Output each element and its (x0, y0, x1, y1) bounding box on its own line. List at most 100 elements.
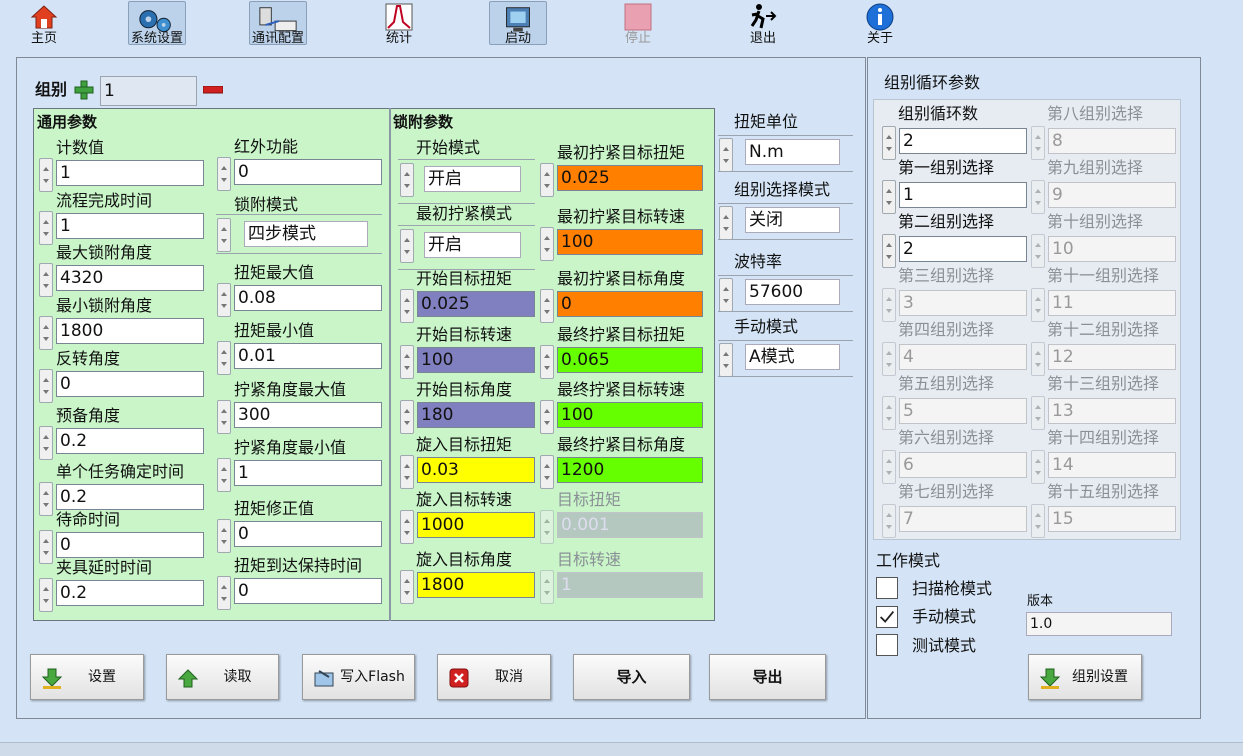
general-field-spinner[interactable] (39, 316, 53, 350)
lock-col1-spinner[interactable] (400, 570, 414, 604)
general-field-input[interactable]: 1 (56, 213, 204, 239)
lock-col2-input[interactable]: 1200 (557, 457, 703, 483)
lock-col2-spinner[interactable] (540, 163, 554, 197)
lock-col1-spinner[interactable] (400, 289, 414, 323)
lock-col1-select[interactable]: 开启 (424, 232, 521, 258)
general-field2-input[interactable]: 0 (234, 578, 382, 604)
test-mode-checkbox[interactable] (876, 634, 898, 656)
general-field-input[interactable]: 0.2 (56, 484, 204, 510)
lock-col1-spinner[interactable] (400, 229, 414, 263)
manual-mode-checkbox[interactable] (876, 606, 898, 628)
lock-col1-spinner[interactable] (400, 455, 414, 489)
lock-col1-input[interactable]: 180 (417, 402, 535, 428)
group-set-button[interactable]: 组别设置 (1028, 654, 1142, 700)
general-field2-spinner[interactable] (217, 157, 231, 191)
lock-col1-input[interactable]: 100 (417, 347, 535, 373)
general-field-spinner[interactable] (39, 578, 53, 612)
lock-col1-input[interactable]: 0.03 (417, 457, 535, 483)
general-field2-input[interactable]: 0.08 (234, 285, 382, 311)
cycle-left-spinner[interactable] (882, 126, 896, 160)
lock-col2-spinner[interactable] (540, 455, 554, 489)
lock-col2-input[interactable]: 0.065 (557, 347, 703, 373)
set-button[interactable]: 设置 (30, 654, 144, 700)
lock-col1-input[interactable]: 1000 (417, 512, 535, 538)
side-field-input[interactable]: A模式 (745, 344, 840, 370)
general-field-spinner[interactable] (39, 530, 53, 564)
general-field-spinner[interactable] (39, 482, 53, 516)
cycle-left-input[interactable]: 2 (899, 128, 1027, 154)
toolbar-home[interactable]: 主页 (12, 0, 76, 46)
write-flash-button[interactable]: 写入Flash (302, 654, 415, 700)
toolbar-start[interactable]: 启动 (486, 0, 550, 46)
general-field2-input[interactable]: 1 (234, 460, 382, 486)
cycle-left-input[interactable]: 1 (899, 182, 1027, 208)
toolbar-exit[interactable]: 退出 (731, 0, 795, 46)
general-field-input[interactable]: 0 (56, 532, 204, 558)
general-field-input[interactable]: 0.2 (56, 428, 204, 454)
side-field-input[interactable]: N.m (745, 139, 840, 165)
cycle-left-spinner[interactable] (882, 234, 896, 268)
group-input[interactable]: 1 (100, 76, 197, 106)
general-field-input[interactable]: 0 (56, 371, 204, 397)
lock-col2-input[interactable]: 0.025 (557, 165, 703, 191)
lock-col2-spinner[interactable] (540, 289, 554, 323)
toolbar-system-settings[interactable]: 系统设置 (125, 0, 189, 46)
lock-mode-select[interactable]: 四步模式 (244, 221, 368, 247)
general-field-spinner[interactable] (39, 211, 53, 245)
read-button[interactable]: 读取 (166, 654, 279, 700)
side-field-spinner[interactable] (719, 278, 733, 312)
general-field2-input[interactable]: 0.01 (234, 343, 382, 369)
general-field2-spinner[interactable] (217, 283, 231, 317)
toolbar-stats[interactable]: 统计 (367, 0, 431, 46)
lock-col2-label: 目标扭矩 (557, 490, 622, 509)
lock-col1-spinner[interactable] (400, 400, 414, 434)
side-field-spinner[interactable] (719, 206, 733, 240)
toolbar-stop[interactable]: 停止 (606, 0, 670, 46)
cycle-left-input[interactable]: 2 (899, 236, 1027, 262)
lock-col2-spinner[interactable] (540, 345, 554, 379)
lock-col1-spinner[interactable] (400, 510, 414, 544)
lock-col1-input[interactable]: 0.025 (417, 291, 535, 317)
general-field-spinner[interactable] (39, 263, 53, 297)
lock-col2-input[interactable]: 100 (557, 402, 703, 428)
general-field-spinner[interactable] (39, 426, 53, 460)
side-field-spinner[interactable] (719, 343, 733, 377)
toolbar-about[interactable]: 关于 (848, 0, 912, 46)
import-button[interactable]: 导入 (573, 654, 690, 700)
general-field2-input[interactable]: 0 (234, 159, 382, 185)
lock-col1-select[interactable]: 开启 (424, 166, 521, 192)
cancel-button[interactable]: 取消 (437, 654, 551, 700)
toolbar-comm-config[interactable]: 通讯配置 (246, 0, 310, 46)
general-field-spinner[interactable] (39, 369, 53, 403)
general-field-label: 单个任务确定时间 (56, 462, 185, 481)
general-field-input[interactable]: 1800 (56, 318, 204, 344)
lock-col2-spinner[interactable] (540, 400, 554, 434)
lock-col2-spinner[interactable] (540, 227, 554, 261)
general-field2-input[interactable]: 300 (234, 402, 382, 428)
general-field-input[interactable]: 0.2 (56, 580, 204, 606)
minus-icon[interactable] (203, 86, 223, 94)
lock-col2-input[interactable]: 0 (557, 291, 703, 317)
side-field-input[interactable]: 关闭 (745, 207, 840, 233)
lock-mode-spinner[interactable] (217, 218, 231, 252)
general-field2-input[interactable]: 0 (234, 521, 382, 547)
general-field2-spinner[interactable] (217, 519, 231, 553)
general-field2-spinner[interactable] (217, 341, 231, 375)
general-field2-spinner[interactable] (217, 576, 231, 610)
plus-icon[interactable] (74, 80, 94, 100)
lock-col1-spinner[interactable] (400, 345, 414, 379)
side-field-spinner[interactable] (719, 138, 733, 172)
scan-mode-checkbox[interactable] (876, 577, 898, 599)
toolbar-comm-config-label: 通讯配置 (251, 31, 304, 46)
side-field-input[interactable]: 57600 (745, 279, 840, 305)
general-field2-spinner[interactable] (217, 400, 231, 434)
lock-col1-input[interactable]: 1800 (417, 572, 535, 598)
general-field2-spinner[interactable] (217, 458, 231, 492)
cycle-left-spinner[interactable] (882, 180, 896, 214)
general-field-input[interactable]: 4320 (56, 265, 204, 291)
general-field-input[interactable]: 1 (56, 160, 204, 186)
lock-col1-spinner[interactable] (400, 163, 414, 197)
general-field-spinner[interactable] (39, 158, 53, 192)
lock-col2-input[interactable]: 100 (557, 229, 703, 255)
export-button[interactable]: 导出 (709, 654, 826, 700)
